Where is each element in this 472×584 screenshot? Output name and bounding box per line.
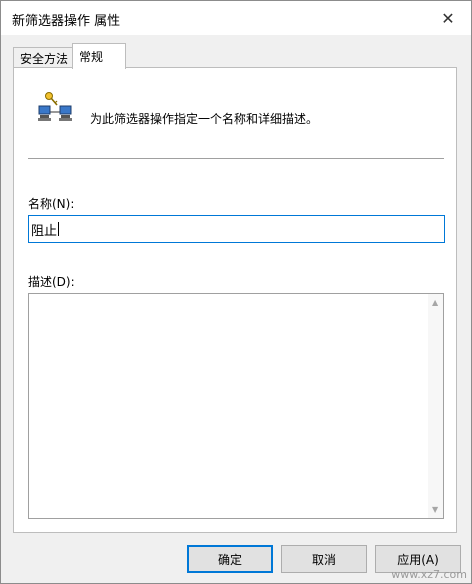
ok-label: 确定 bbox=[217, 552, 242, 567]
tab-label: 常规 bbox=[79, 50, 104, 64]
scroll-up-icon[interactable]: ▲ bbox=[432, 298, 438, 307]
header-description: 为此筛选器操作指定一个名称和详细描述。 bbox=[90, 112, 319, 126]
name-value: 阻止 bbox=[31, 223, 58, 239]
cancel-button[interactable]: 取消 bbox=[281, 545, 367, 573]
ok-button[interactable]: 确定 bbox=[187, 545, 273, 573]
title-bar[interactable]: 新筛选器操作 属性 ✕ bbox=[1, 1, 471, 35]
general-tab-panel: 为此筛选器操作指定一个名称和详细描述。 名称(N): 阻止 描述(D): ▲ ▼ bbox=[13, 67, 457, 533]
window-title: 新筛选器操作 属性 bbox=[12, 14, 121, 29]
properties-dialog: 新筛选器操作 属性 ✕ 安全方法 常规 为此筛选器操作指定一个名称和详细描述。 bbox=[0, 0, 472, 584]
name-label: 名称(N): bbox=[28, 197, 75, 211]
tab-general[interactable]: 常规 bbox=[72, 43, 126, 69]
watermark: www.xz7.com bbox=[391, 568, 467, 581]
close-icon: ✕ bbox=[441, 8, 455, 28]
apply-label: 应用(A) bbox=[397, 552, 439, 567]
scroll-down-icon[interactable]: ▼ bbox=[432, 505, 438, 514]
network-filter-icon bbox=[38, 92, 72, 121]
vertical-scrollbar[interactable]: ▲ ▼ bbox=[428, 294, 443, 518]
description-label: 描述(D): bbox=[28, 275, 75, 289]
name-input[interactable]: 阻止 bbox=[28, 215, 445, 243]
description-textarea[interactable]: ▲ ▼ bbox=[28, 293, 444, 519]
close-button[interactable]: ✕ bbox=[425, 1, 471, 35]
text-caret bbox=[58, 222, 60, 236]
cancel-label: 取消 bbox=[311, 552, 336, 567]
tab-label: 安全方法 bbox=[20, 51, 69, 66]
divider bbox=[28, 158, 444, 160]
